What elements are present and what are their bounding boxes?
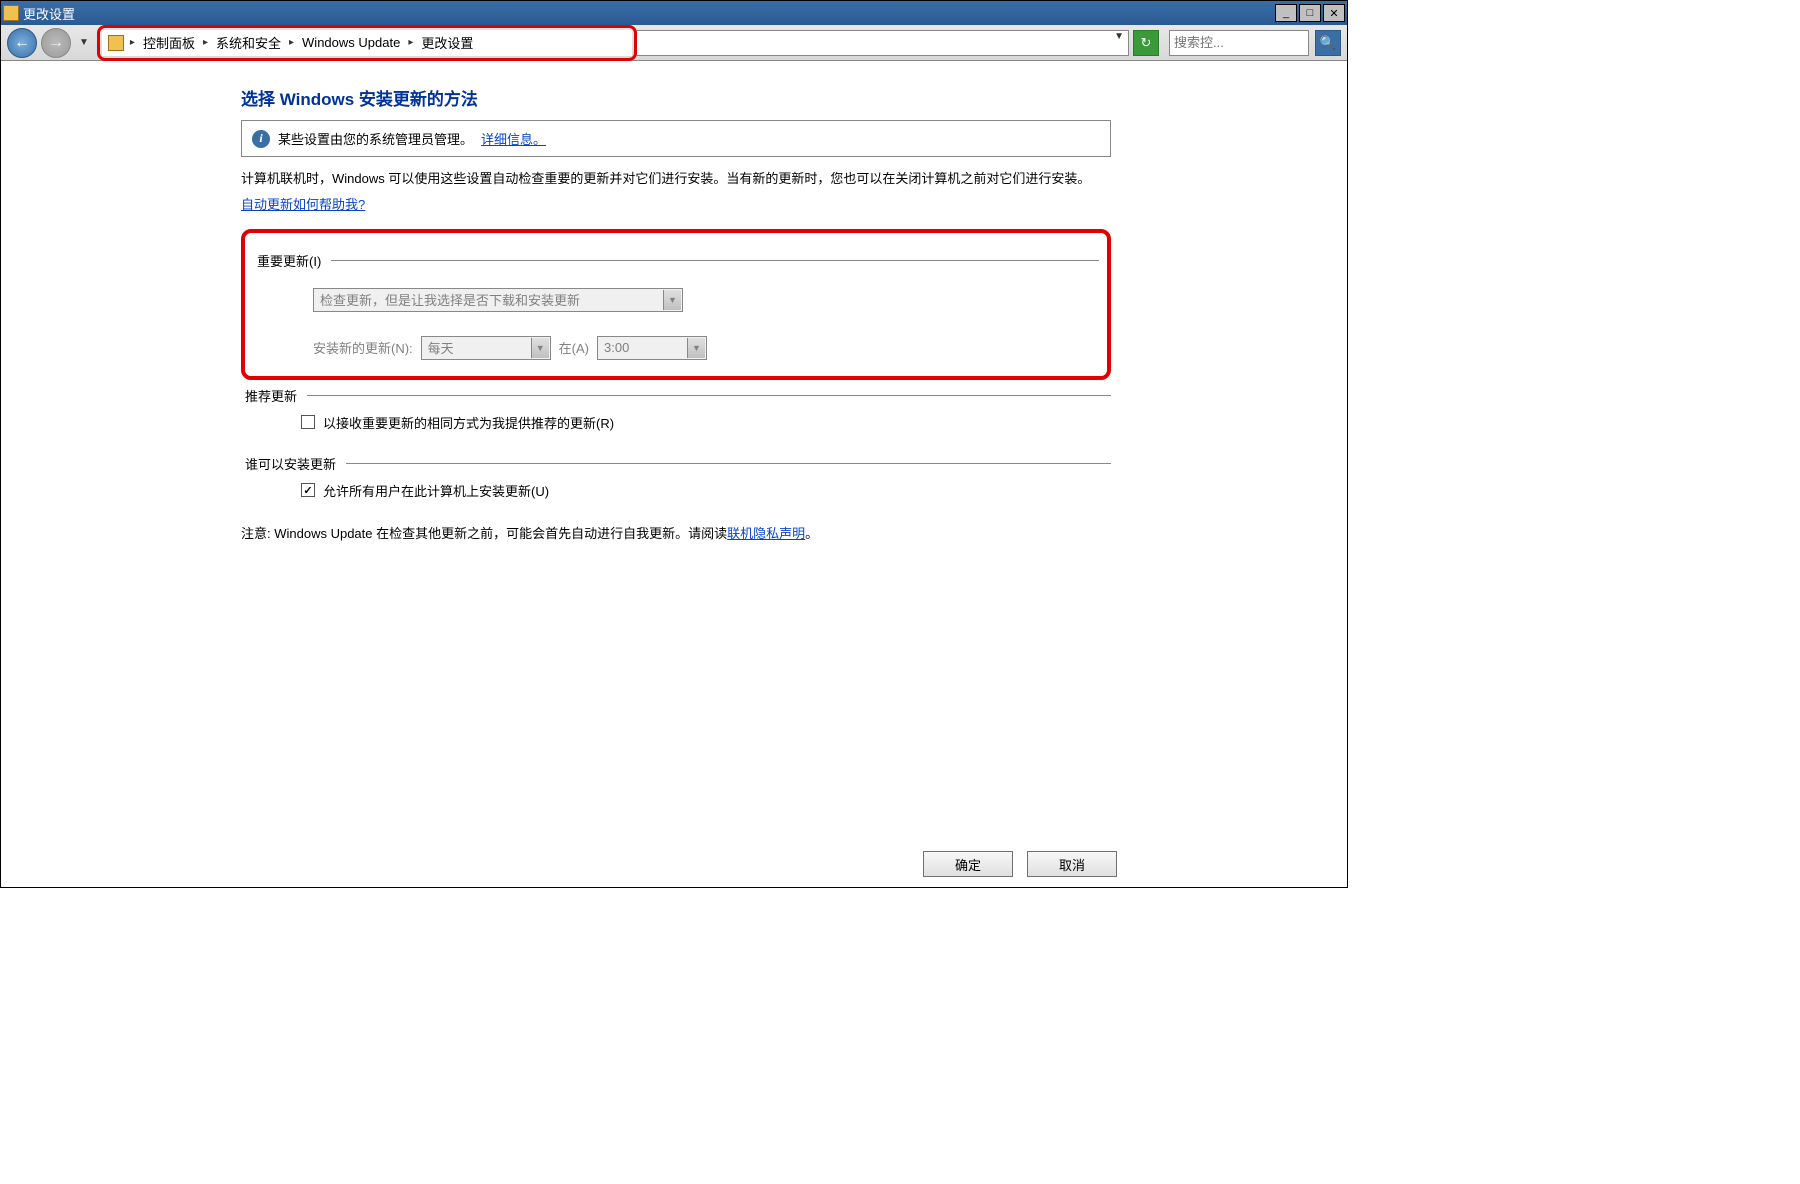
breadcrumb-item[interactable]: Windows Update	[300, 35, 402, 50]
banner-detail-link[interactable]: 详细信息。	[481, 129, 546, 148]
note-text: 注意: Windows Update 在检查其他更新之前，可能会首先自动进行自我…	[241, 524, 1111, 545]
banner-text: 某些设置由您的系统管理员管理。	[278, 129, 473, 148]
frequency-value: 每天	[428, 338, 454, 357]
update-mode-value: 检查更新，但是让我选择是否下载和安装更新	[320, 290, 580, 309]
chevron-down-icon: ▼	[663, 290, 681, 310]
cancel-button[interactable]: 取消	[1027, 851, 1117, 877]
history-dropdown[interactable]: ▼	[75, 37, 93, 48]
chevron-down-icon: ▼	[531, 338, 549, 358]
window-icon	[3, 5, 19, 21]
back-button[interactable]: ←	[7, 28, 37, 58]
info-banner: i 某些设置由您的系统管理员管理。 详细信息。	[241, 120, 1111, 157]
breadcrumb-item[interactable]: 系统和安全	[214, 33, 283, 52]
navbar: ← → ▼ ▸ 控制面板 ▸ 系统和安全 ▸ Windows Update ▸ …	[1, 25, 1347, 61]
search-button[interactable]: 🔍	[1315, 30, 1341, 56]
allow-all-users-label: 允许所有用户在此计算机上安装更新(U)	[323, 481, 549, 500]
close-button[interactable]: ✕	[1323, 4, 1345, 22]
privacy-link[interactable]: 联机隐私声明	[727, 526, 805, 541]
info-icon: i	[252, 130, 270, 148]
help-link[interactable]: 自动更新如何帮助我?	[241, 197, 365, 212]
recommended-updates-group: 推荐更新 以接收重要更新的相同方式为我提供推荐的更新(R)	[241, 386, 1111, 432]
page-title: 选择 Windows 安装更新的方法	[241, 85, 1111, 110]
breadcrumb-bar[interactable]: ▸ 控制面板 ▸ 系统和安全 ▸ Windows Update ▸ 更改设置	[102, 30, 632, 56]
titlebar: 更改设置 _ □ ✕	[1, 1, 1347, 25]
allow-all-users-checkbox[interactable]	[301, 483, 315, 497]
minimize-button[interactable]: _	[1275, 4, 1297, 22]
search-box[interactable]	[1169, 30, 1309, 56]
forward-button[interactable]: →	[41, 28, 71, 58]
description-text: 计算机联机时，Windows 可以使用这些设置自动检查重要的更新并对它们进行安装…	[241, 169, 1111, 190]
who-can-install-group: 谁可以安装更新 允许所有用户在此计算机上安装更新(U)	[241, 454, 1111, 500]
at-label: 在(A)	[559, 338, 589, 357]
breadcrumb-item[interactable]: 更改设置	[419, 33, 475, 52]
time-value: 3:00	[604, 340, 629, 355]
maximize-button[interactable]: □	[1299, 4, 1321, 22]
update-mode-combo[interactable]: 检查更新，但是让我选择是否下载和安装更新 ▼	[313, 288, 683, 312]
chevron-down-icon: ▼	[687, 338, 705, 358]
who-group-label: 谁可以安装更新	[241, 454, 340, 473]
time-combo[interactable]: 3:00 ▼	[597, 336, 707, 360]
search-input[interactable]	[1174, 35, 1274, 50]
recommended-group-label: 推荐更新	[241, 386, 301, 405]
install-schedule-label: 安装新的更新(N):	[313, 338, 413, 357]
address-dropdown[interactable]: ▼	[1114, 31, 1124, 42]
location-icon	[108, 35, 124, 51]
recommended-checkbox[interactable]	[301, 415, 315, 429]
important-group-label: 重要更新(I)	[253, 251, 325, 270]
frequency-combo[interactable]: 每天 ▼	[421, 336, 551, 360]
window-title: 更改设置	[23, 4, 1273, 23]
recommended-checkbox-label: 以接收重要更新的相同方式为我提供推荐的更新(R)	[323, 413, 614, 432]
important-updates-group: 重要更新(I) 检查更新，但是让我选择是否下载和安装更新 ▼ 安装新的更新(N)…	[241, 229, 1111, 380]
refresh-button[interactable]: ↻	[1133, 30, 1159, 56]
breadcrumb-item[interactable]: 控制面板	[141, 33, 197, 52]
ok-button[interactable]: 确定	[923, 851, 1013, 877]
